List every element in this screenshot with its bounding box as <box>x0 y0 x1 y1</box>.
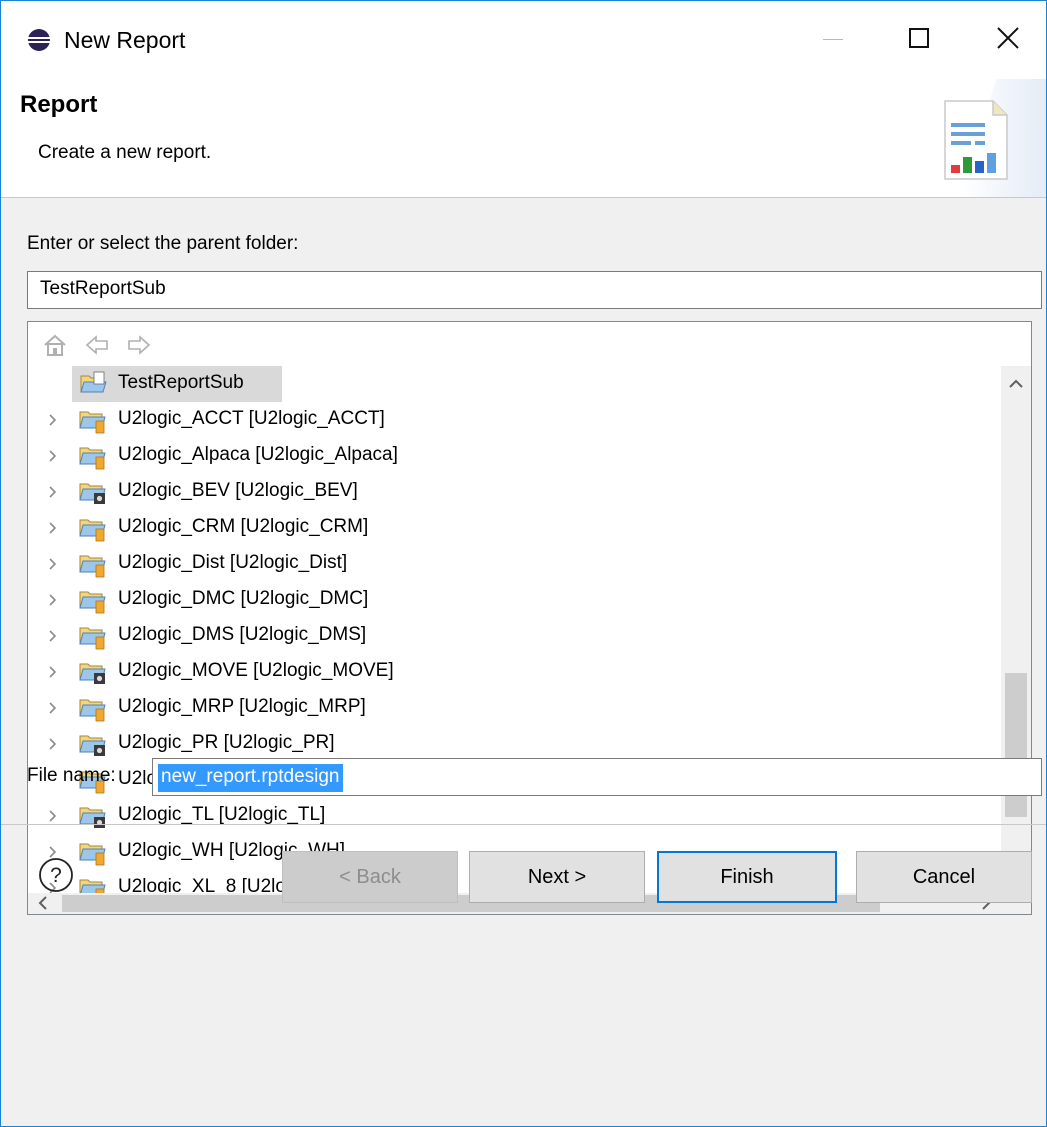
file-name-input[interactable]: new_report.rptdesign <box>152 758 1042 796</box>
project-folder-icon <box>79 447 106 470</box>
page-title: Report <box>20 91 98 118</box>
tree-item-label: U2logic_MRP [U2logic_MRP] <box>118 696 366 717</box>
maximize-button[interactable] <box>875 1 963 79</box>
window-title: New Report <box>64 27 186 53</box>
tree-item[interactable]: U2logic_PR [U2logic_PR] <box>28 726 1001 762</box>
new-report-dialog: New Report Report Create a new report. E… <box>0 0 1047 1127</box>
wizard-banner: Report Create a new report. <box>1 79 1046 198</box>
cancel-button[interactable]: Cancel <box>856 851 1032 903</box>
expand-chevron-icon[interactable] <box>46 809 60 823</box>
parent-folder-label: Enter or select the parent folder: <box>27 233 299 254</box>
title-bar: New Report <box>1 1 1046 79</box>
minimize-icon <box>823 39 843 40</box>
open-folder-icon <box>80 371 107 393</box>
expand-chevron-icon[interactable] <box>46 449 60 463</box>
file-name-selected-text: new_report.rptdesign <box>158 764 343 792</box>
project-folder-dark-icon <box>79 807 106 828</box>
tree-item-label: U2logic_DMC [U2logic_DMC] <box>118 588 369 609</box>
finish-button[interactable]: Finish <box>657 851 837 903</box>
tree-item[interactable]: U2logic_DMS [U2logic_DMS] <box>28 618 1001 654</box>
project-folder-icon <box>79 591 106 614</box>
tree-item-label: U2logic_Dist [U2logic_Dist] <box>118 552 348 573</box>
expand-chevron-icon[interactable] <box>46 593 60 607</box>
project-folder-dark-icon <box>79 483 106 504</box>
expand-chevron-icon[interactable] <box>46 485 60 499</box>
tree-item-label: U2logic_MOVE [U2logic_MOVE] <box>118 660 394 681</box>
tree-item-label: U2logic_ACCT [U2logic_ACCT] <box>118 408 385 429</box>
tree-item[interactable]: TestReportSub <box>28 366 1001 402</box>
tree-item-label: TestReportSub <box>118 372 244 393</box>
tree-item-label: U2logic_PR [U2logic_PR] <box>118 732 335 753</box>
expand-chevron-icon[interactable] <box>46 521 60 535</box>
project-folder-icon <box>79 411 106 434</box>
home-icon[interactable] <box>42 332 68 358</box>
folder-tree: TestReportSub U2logic_ACCT [U2logic_ACCT]… <box>28 366 1001 893</box>
expand-chevron-icon[interactable] <box>46 665 60 679</box>
expand-chevron-icon[interactable] <box>46 737 60 751</box>
project-folder-dark-icon <box>79 663 106 684</box>
tree-item[interactable]: U2logic_CRM [U2logic_CRM] <box>28 510 1001 546</box>
report-wizard-icon <box>944 79 1046 197</box>
project-folder-icon <box>79 879 106 893</box>
forward-arrow-icon[interactable] <box>126 332 152 358</box>
tree-item[interactable]: U2logic_DMC [U2logic_DMC] <box>28 582 1001 618</box>
project-folder-dark-icon <box>79 735 106 756</box>
tree-item[interactable]: U2logic_Alpaca [U2logic_Alpaca] <box>28 438 1001 474</box>
scroll-up-arrow-icon[interactable] <box>1001 366 1031 402</box>
svg-text:?: ? <box>50 864 62 887</box>
tree-toolbar <box>28 322 228 366</box>
parent-folder-input[interactable]: TestReportSub <box>27 271 1042 309</box>
close-button[interactable] <box>963 1 1047 79</box>
tree-item-label: U2logic_DMS [U2logic_DMS] <box>118 624 367 645</box>
expand-chevron-icon[interactable] <box>46 629 60 643</box>
close-icon <box>997 27 1019 49</box>
tree-item-label: U2logic_BEV [U2logic_BEV] <box>118 480 358 501</box>
tree-item-label: U2logic_TL [U2logic_TL] <box>118 804 326 825</box>
project-folder-icon <box>79 555 106 578</box>
tree-item[interactable]: U2logic_TL [U2logic_TL] <box>28 798 1001 834</box>
button-bar-separator <box>1 824 1046 825</box>
scroll-left-arrow-icon[interactable] <box>28 893 58 914</box>
folder-tree-panel: TestReportSub U2logic_ACCT [U2logic_ACCT]… <box>27 321 1032 915</box>
page-description: Create a new report. <box>38 142 212 163</box>
tree-item[interactable]: U2logic_BEV [U2logic_BEV] <box>28 474 1001 510</box>
minimize-button[interactable] <box>787 1 875 79</box>
project-folder-icon <box>79 519 106 542</box>
tree-item[interactable]: U2logic_Dist [U2logic_Dist] <box>28 546 1001 582</box>
project-folder-icon <box>79 699 106 722</box>
tree-item[interactable]: U2logic_ACCT [U2logic_ACCT] <box>28 402 1001 438</box>
tree-item[interactable]: U2logic_MOVE [U2logic_MOVE] <box>28 654 1001 690</box>
next-button[interactable]: Next > <box>469 851 645 903</box>
project-folder-icon <box>79 627 106 650</box>
maximize-icon <box>909 28 929 48</box>
back-button[interactable]: < Back <box>282 851 458 903</box>
vertical-scrollbar[interactable] <box>1001 366 1031 893</box>
tree-item-label: U2logic_CRM [U2logic_CRM] <box>118 516 369 537</box>
expand-chevron-icon[interactable] <box>46 557 60 571</box>
file-name-label: File name: <box>27 765 116 786</box>
expand-chevron-icon[interactable] <box>46 413 60 427</box>
back-arrow-icon[interactable] <box>84 332 110 358</box>
project-folder-icon <box>79 843 106 866</box>
tree-item-label: U2logic_Alpaca [U2logic_Alpaca] <box>118 444 398 465</box>
tree-item[interactable]: U2logic_MRP [U2logic_MRP] <box>28 690 1001 726</box>
help-icon[interactable]: ? <box>38 857 74 893</box>
eclipse-app-icon <box>28 29 50 51</box>
expand-chevron-icon[interactable] <box>46 701 60 715</box>
